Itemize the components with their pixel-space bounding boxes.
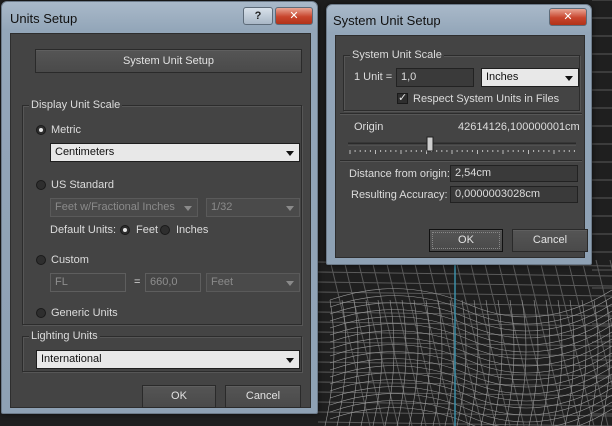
- fraction-dropdown[interactable]: 1/32: [206, 198, 300, 217]
- close-button[interactable]: ✕: [275, 7, 313, 25]
- distance-label: Distance from origin:: [349, 168, 450, 180]
- system-unit-setup-title: System Unit Setup: [333, 13, 441, 28]
- fraction-value: 1/32: [211, 201, 233, 213]
- distance-field[interactable]: 2,54cm: [450, 165, 578, 182]
- origin-value: 42614126,100000001cm: [458, 121, 580, 133]
- lighting-units-dropdown[interactable]: International: [36, 350, 300, 369]
- custom-radio[interactable]: [36, 255, 46, 265]
- feet-label[interactable]: Feet: [136, 224, 158, 236]
- accuracy-field[interactable]: 0,0000003028cm: [450, 186, 578, 203]
- custom-name-value: FL: [55, 276, 68, 288]
- custom-label[interactable]: Custom: [51, 254, 89, 266]
- metric-label[interactable]: Metric: [51, 124, 81, 136]
- custom-value-field[interactable]: 660,0: [145, 273, 201, 292]
- feet-radio[interactable]: [120, 225, 130, 235]
- system-unit-setup-client: System Unit Scale 1 Unit = 1,0 Inches Re…: [335, 35, 588, 258]
- us-standard-value: Feet w/Fractional Inches: [55, 201, 175, 213]
- system-unit-setup-titlebar[interactable]: System Unit Setup ✕: [327, 5, 591, 35]
- metric-units-value: Centimeters: [55, 146, 115, 158]
- one-unit-label: 1 Unit =: [354, 71, 393, 83]
- inches-label[interactable]: Inches: [176, 224, 208, 236]
- units-setup-title: Units Setup: [10, 11, 78, 26]
- respect-units-label[interactable]: Respect System Units in Files: [413, 93, 559, 105]
- origin-label: Origin: [354, 121, 384, 133]
- custom-unit-value: Feet: [211, 276, 234, 288]
- metric-radio[interactable]: [36, 125, 46, 135]
- close-button[interactable]: ✕: [549, 8, 587, 26]
- system-unit-scale-label: System Unit Scale: [350, 49, 444, 61]
- lighting-units-group: Lighting Units International: [22, 330, 302, 372]
- display-unit-scale-group: Display Unit Scale Metric Centimeters US…: [22, 99, 302, 325]
- units-setup-window: Units Setup ? ✕ System Unit Setup Displa…: [1, 1, 318, 414]
- origin-separator: [340, 113, 582, 114]
- respect-units-checkbox[interactable]: [397, 91, 408, 104]
- lighting-units-value: International: [41, 353, 102, 365]
- system-unit-setup-button[interactable]: System Unit Setup: [35, 49, 302, 73]
- generic-units-label[interactable]: Generic Units: [51, 307, 118, 319]
- unit-dropdown-value: Inches: [486, 71, 519, 83]
- origin-slider[interactable]: [346, 134, 582, 156]
- chevron-down-icon: [286, 280, 294, 286]
- ok-button[interactable]: OK: [429, 229, 503, 252]
- generic-units-radio[interactable]: [36, 308, 46, 318]
- system-unit-scale-group: System Unit Scale 1 Unit = 1,0 Inches Re…: [343, 49, 580, 111]
- help-button[interactable]: ?: [243, 7, 273, 25]
- accuracy-value: 0,0000003028cm: [455, 188, 541, 200]
- inches-radio[interactable]: [160, 225, 170, 235]
- accuracy-label: Resulting Accuracy:: [351, 189, 448, 201]
- equals-label: =: [134, 276, 141, 288]
- units-setup-titlebar[interactable]: Units Setup ? ✕: [2, 2, 317, 32]
- chevron-down-icon: [184, 205, 192, 211]
- chevron-down-icon: [565, 75, 573, 81]
- slider-thumb[interactable]: [426, 136, 434, 152]
- custom-name-field[interactable]: FL: [50, 273, 126, 292]
- display-unit-scale-label: Display Unit Scale: [29, 99, 123, 111]
- unit-dropdown[interactable]: Inches: [481, 68, 579, 87]
- chevron-down-icon: [286, 205, 294, 211]
- custom-value: 660,0: [150, 276, 178, 288]
- lighting-units-label: Lighting Units: [29, 330, 100, 342]
- custom-unit-dropdown[interactable]: Feet: [206, 273, 300, 292]
- metric-units-dropdown[interactable]: Centimeters: [50, 143, 300, 162]
- units-setup-client: System Unit Setup Display Unit Scale Met…: [10, 33, 311, 408]
- distance-value: 2,54cm: [455, 167, 492, 179]
- chevron-down-icon: [286, 150, 294, 156]
- slider-separator: [340, 160, 582, 161]
- system-unit-setup-window: System Unit Setup ✕ System Unit Scale 1 …: [326, 4, 592, 265]
- ok-button[interactable]: OK: [142, 385, 216, 408]
- unit-value-field[interactable]: 1,0: [396, 68, 474, 87]
- chevron-down-icon: [286, 357, 294, 363]
- cancel-button[interactable]: Cancel: [225, 385, 301, 408]
- cancel-button[interactable]: Cancel: [512, 229, 588, 252]
- unit-value: 1,0: [401, 71, 417, 83]
- us-standard-dropdown[interactable]: Feet w/Fractional Inches: [50, 198, 198, 217]
- default-units-label: Default Units:: [50, 224, 117, 236]
- us-standard-radio[interactable]: [36, 180, 46, 190]
- us-standard-label[interactable]: US Standard: [51, 179, 114, 191]
